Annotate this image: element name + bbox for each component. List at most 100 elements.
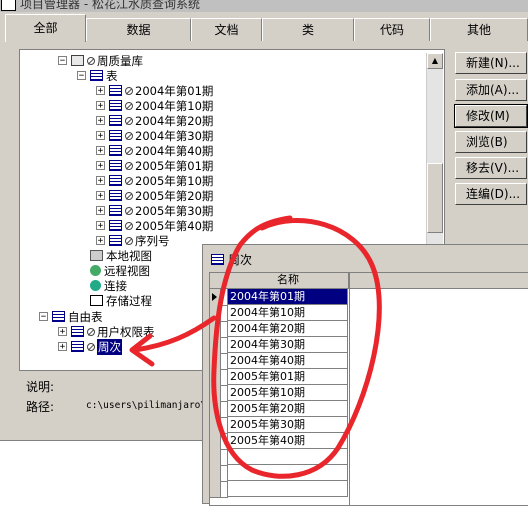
grid-cell[interactable]: 2005年第30期 <box>228 417 348 433</box>
expand-icon[interactable]: + <box>96 86 105 96</box>
grid-cell[interactable]: 2004年第40期 <box>228 353 348 369</box>
grid-cell[interactable]: 2004年第30期 <box>228 337 348 353</box>
row-header[interactable] <box>210 433 221 450</box>
collapse-icon[interactable]: − <box>77 71 86 81</box>
row-header[interactable] <box>210 353 221 370</box>
add-button[interactable]: 添加(A)... <box>455 79 527 101</box>
current-row-marker-icon[interactable] <box>210 289 221 306</box>
tree-table-item[interactable]: +2004年第10期 <box>96 98 213 113</box>
tree-table-item[interactable]: +2004年第40期 <box>96 143 213 158</box>
row-header[interactable] <box>210 337 221 354</box>
excluded-icon <box>125 131 133 140</box>
expand-icon[interactable]: + <box>96 191 105 201</box>
tree-stored-procs[interactable]: 存储过程 <box>90 293 152 308</box>
tree-table-item[interactable]: +2004年第01期 <box>96 83 213 98</box>
tab-strip: 全部 数据 文档 类 代码 其他 <box>0 12 528 42</box>
scroll-up-icon[interactable]: ▲ <box>427 53 443 69</box>
table-icon <box>109 235 122 246</box>
tree-table-item[interactable]: +2005年第20期 <box>96 188 213 203</box>
grid-cell[interactable]: 2004年第01期 <box>228 289 348 305</box>
grid-cell[interactable]: 2005年第40期 <box>228 433 348 449</box>
grid-cell[interactable] <box>228 449 348 465</box>
expand-icon[interactable]: + <box>96 206 105 216</box>
row-gap <box>221 417 228 434</box>
excluded-icon <box>87 56 95 65</box>
tree-label: 用户权限表 <box>97 324 155 339</box>
excluded-icon <box>125 236 133 245</box>
grid-cell[interactable] <box>228 465 348 481</box>
grid-cell[interactable]: 2005年第10期 <box>228 385 348 401</box>
remove-button[interactable]: 移去(V)... <box>455 157 527 179</box>
expand-icon[interactable]: + <box>96 221 105 231</box>
grid-cell[interactable]: 2005年第01期 <box>228 369 348 385</box>
grid-cell[interactable] <box>228 481 348 497</box>
table-icon <box>109 115 122 126</box>
expand-icon[interactable]: + <box>96 101 105 111</box>
row-gap <box>221 481 228 498</box>
tree-table-item[interactable]: +2005年第30期 <box>96 203 213 218</box>
path-value: c:\users\pilimanjaro\ <box>86 400 207 411</box>
tree-database[interactable]: − 周质量库 <box>58 53 143 68</box>
tree-label: 2005年第01期 <box>135 158 214 173</box>
excluded-icon <box>125 86 133 95</box>
browse-title-bar[interactable]: 周次 <box>203 245 528 273</box>
tree-table-item[interactable]: + 序列号 <box>96 233 170 248</box>
tree-table-item[interactable]: +2004年第20期 <box>96 113 213 128</box>
row-gap <box>221 465 228 482</box>
excluded-icon <box>125 221 133 230</box>
tab-data[interactable]: 数据 <box>86 18 191 41</box>
row-gap <box>221 289 228 306</box>
grid-cell[interactable]: 2004年第10期 <box>228 305 348 321</box>
browse-button[interactable]: 浏览(B) <box>455 131 527 153</box>
scroll-thumb[interactable] <box>427 163 443 233</box>
tree-label: 远程视图 <box>104 263 150 278</box>
row-header[interactable] <box>210 481 221 498</box>
expand-icon[interactable]: + <box>58 327 67 337</box>
expand-icon[interactable]: + <box>96 146 105 156</box>
row-header[interactable] <box>210 401 221 418</box>
excluded-icon <box>125 191 133 200</box>
tab-other[interactable]: 其他 <box>430 18 528 41</box>
collapse-icon[interactable]: − <box>39 312 48 322</box>
expand-icon[interactable]: + <box>96 116 105 126</box>
expand-icon[interactable]: + <box>96 176 105 186</box>
column-header-name[interactable]: 名称 <box>228 273 349 288</box>
row-header[interactable] <box>210 305 221 322</box>
row-header[interactable] <box>210 385 221 402</box>
row-header[interactable] <box>210 321 221 338</box>
grid-cell[interactable]: 2004年第20期 <box>228 321 348 337</box>
row-gap <box>221 369 228 386</box>
build-button[interactable]: 连编(D)... <box>455 183 527 205</box>
row-header[interactable] <box>210 449 221 466</box>
browse-grid[interactable]: 名称 2004年第01期 2004年第10期 2004年第20期 2004年第30期 2… <box>209 272 528 506</box>
grid-cell[interactable]: 2005年第20期 <box>228 401 348 417</box>
tab-code[interactable]: 代码 <box>354 18 430 41</box>
tree-table-item[interactable]: +2005年第10期 <box>96 173 213 188</box>
expand-icon[interactable]: + <box>96 236 105 246</box>
tree-free-table-item[interactable]: + 用户权限表 <box>58 324 155 339</box>
row-header[interactable] <box>210 369 221 386</box>
excluded-icon <box>125 206 133 215</box>
tab-all[interactable]: 全部 <box>5 14 86 42</box>
tree-free-tables[interactable]: − 自由表 <box>39 309 103 324</box>
tree-table-item[interactable]: +2005年第01期 <box>96 158 213 173</box>
table-icon <box>71 341 84 352</box>
modify-button[interactable]: 修改(M) <box>454 104 528 128</box>
table-icon <box>109 130 122 141</box>
new-button[interactable]: 新建(N)... <box>455 52 527 74</box>
expand-icon[interactable]: + <box>96 161 105 171</box>
tree-free-table-item-selected[interactable]: + 周次 <box>58 338 122 355</box>
collapse-icon[interactable]: − <box>58 56 67 66</box>
tree-remote-views[interactable]: 远程视图 <box>90 263 150 278</box>
row-header[interactable] <box>210 417 221 434</box>
expand-icon[interactable]: + <box>96 131 105 141</box>
tree-tables-folder[interactable]: − 表 <box>77 68 118 83</box>
tab-docs[interactable]: 文档 <box>191 18 262 41</box>
tree-local-views[interactable]: 本地视图 <box>90 248 152 263</box>
row-header[interactable] <box>210 465 221 482</box>
tree-table-item[interactable]: +2005年第40期 <box>96 218 213 233</box>
tree-connections[interactable]: 连接 <box>90 278 127 293</box>
tree-table-item[interactable]: +2004年第30期 <box>96 128 213 143</box>
expand-icon[interactable]: + <box>58 342 67 352</box>
tab-classes[interactable]: 类 <box>262 18 354 41</box>
